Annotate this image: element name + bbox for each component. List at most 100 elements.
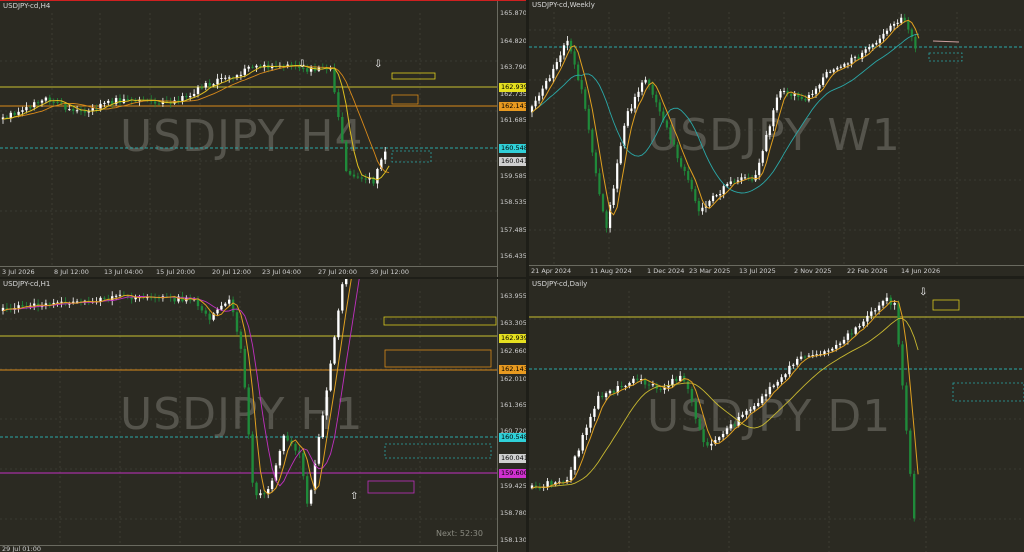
candle-body [647,384,651,386]
candle-body [757,403,760,407]
candle-body [644,79,647,83]
candle-body [636,378,639,380]
candle-body [637,91,640,97]
candle-body [846,333,850,340]
candle-body [608,390,612,394]
candle-body [573,456,577,470]
candle-body [333,337,336,364]
candle-body [103,102,106,104]
zone-box [384,349,492,368]
candle-body [850,333,853,335]
candle-body [224,303,227,306]
price-level-tag: 160.548 [499,144,526,153]
candle-body [729,181,732,184]
candle-body [200,306,204,311]
candle-body [321,415,324,438]
candle-body [687,171,690,180]
candle-body [758,162,761,175]
candle-body [52,101,55,103]
candle-body [740,177,743,181]
price-level-tag: 160.041 [499,157,526,166]
candle-body [868,47,871,50]
candle-body [185,96,188,98]
candle-body [376,168,379,184]
candle-body [889,25,892,31]
time-tick-label: 8 Jul 12:00 [54,268,89,276]
candle-body [220,305,223,310]
chart-d1-pane[interactable]: USDJPY-cd,Daily USDJPY D1 ⇩ [529,279,1024,552]
candle-body [594,152,597,174]
candle-body [630,108,633,112]
candle-body [21,305,24,307]
candle-body [811,93,814,96]
candle-body [585,427,588,435]
candle-body [866,315,869,322]
chart-h4-time-axis[interactable] [0,266,497,267]
candle-body [907,20,910,30]
candle-body [823,351,826,355]
candle-body [538,95,541,101]
candle-body [286,435,289,441]
chart-h4-canvas[interactable]: ⇩ ⇩ [0,1,526,277]
candle-body [893,23,896,26]
candle-body [247,387,250,435]
price-tick-label: 165.870 [500,9,526,17]
candle-body [651,384,655,386]
candle-body [251,434,254,483]
candle-body [9,112,12,119]
candle-body [831,348,834,351]
candle-body [718,437,721,441]
candle-body [690,179,693,190]
candle-body [345,141,348,172]
candle-body [17,305,20,308]
candle-body [843,63,846,67]
price-level-tag: 162.143 [499,365,526,374]
candle-body [715,195,718,197]
candle-body [829,71,832,73]
candle-body [775,97,779,111]
candle-body [157,103,161,105]
candle-body [337,92,340,118]
candle-body [679,375,682,381]
candle-body [33,303,36,306]
ma-line [531,300,919,489]
candle-body [736,180,739,182]
candle-body [784,374,787,378]
chart-w1-pane[interactable]: USDJPY-cd,Weekly USDJPY W1 21 Apr 2024 11… [529,0,1024,276]
time-tick-label: 21 Apr 2024 [531,267,572,275]
candle-body [220,78,223,80]
time-tick-label: 1 Dec 2024 [647,267,685,275]
candle-body [255,482,258,496]
chart-h1-time-axis[interactable] [0,545,497,546]
candle-body [48,303,51,305]
chart-w1-canvas[interactable] [529,0,1024,276]
candle-body [548,78,551,81]
candle-body [224,77,227,79]
time-tick-label: 13 Jul 2025 [739,267,776,275]
candle-body [228,77,231,79]
candle-body [270,480,274,490]
candle-body [348,171,352,175]
candle-body [796,358,799,365]
candle-body [882,33,885,39]
candle-body [885,30,889,34]
candle-body [761,151,764,163]
chart-d1-canvas[interactable]: ⇩ [529,279,1024,552]
zone-box [391,72,436,80]
chart-h1-price-axis[interactable] [497,279,498,552]
chart-h1-pane[interactable]: USDJPY-cd,H1 USDJPY H1 ⇧ 163.955 163.305 1… [0,279,526,552]
chart-w1-time-axis[interactable] [529,265,1024,266]
candle-body [364,178,367,180]
chart-h4-price-axis[interactable] [497,1,498,277]
candle-body [897,303,900,345]
candle-body [669,127,672,140]
candle-body [251,66,254,68]
candle-body [192,93,196,97]
price-tick-label: 163.790 [500,63,526,71]
price-tick-label: 156.435 [500,252,526,260]
ma-line [2,65,390,181]
candle-body [694,401,697,419]
chart-h1-canvas[interactable]: ⇧ [0,279,526,552]
chart-h4-pane[interactable]: USDJPY-cd,H4 USDJPY H4 ⇩ ⇩ 165.870 164.820… [0,0,526,277]
candle-body [5,307,9,309]
